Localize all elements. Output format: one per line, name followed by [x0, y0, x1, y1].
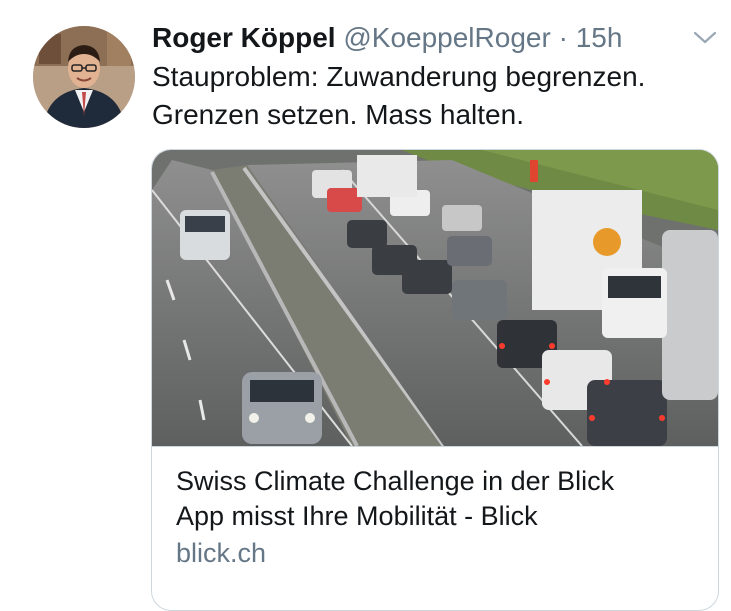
link-preview-card[interactable]: Swiss Climate Challenge in der Blick App… [151, 149, 719, 611]
card-image[interactable] [152, 150, 718, 446]
card-title-line: Swiss Climate Challenge in der Blick [176, 466, 615, 496]
traffic-jam-photo-icon [152, 150, 718, 446]
author-avatar[interactable] [33, 26, 135, 128]
tweet-text: Stauproblem: Zuwanderung begrenzen. Gren… [152, 58, 712, 134]
chevron-down-icon [693, 31, 717, 44]
card-divider [152, 446, 718, 447]
tweet-header: Roger Köppel @KoeppelRoger · 15h [152, 18, 622, 58]
tweet-menu-button[interactable] [690, 26, 720, 48]
card-title[interactable]: Swiss Climate Challenge in der Blick App… [176, 464, 696, 534]
card-title-line: App misst Ihre Mobilität - Blick [176, 501, 538, 531]
card-domain[interactable]: blick.ch [176, 536, 266, 571]
author-handle[interactable]: @KoeppelRoger [343, 22, 550, 53]
separator-dot: · [558, 22, 568, 53]
tweet-text-line: Grenzen setzen. Mass halten. [152, 99, 524, 130]
tweet-timestamp[interactable]: 15h [576, 22, 623, 53]
author-name[interactable]: Roger Köppel [152, 22, 336, 53]
profile-photo-icon [33, 26, 135, 128]
tweet-text-line: Stauproblem: Zuwanderung begrenzen. [152, 61, 646, 92]
